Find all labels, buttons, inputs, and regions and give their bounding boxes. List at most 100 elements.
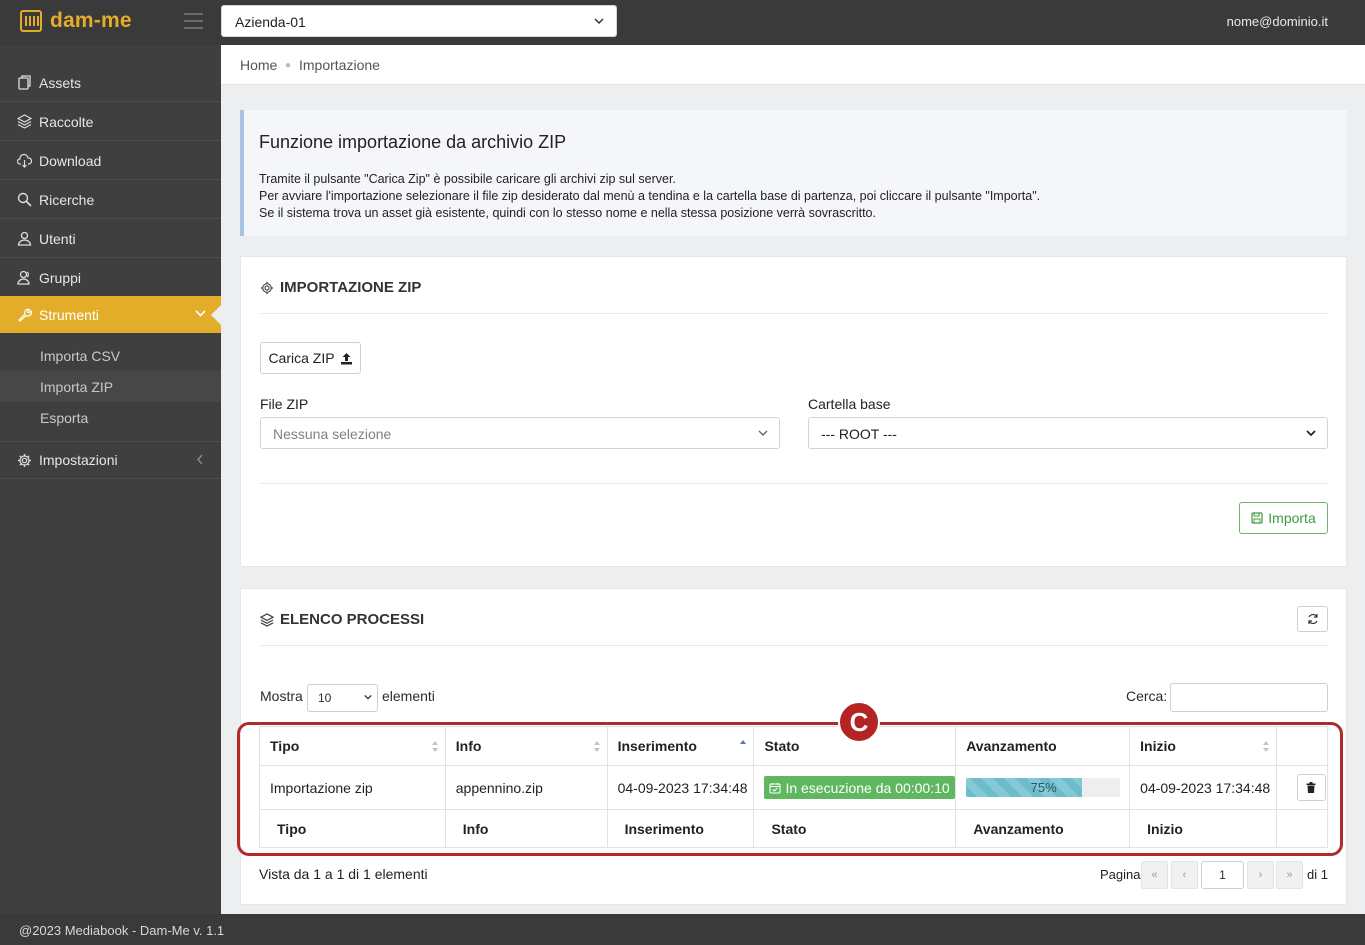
sidebar: Assets Raccolte Download Ricerche Utenti… [0,45,222,914]
sidebar-item-label: Impostazioni [39,452,118,468]
gear-icon [17,453,32,468]
cell-stato: In esecuzione da 00:00:10 [753,765,957,810]
sidebar-item-utenti[interactable]: Utenti [0,220,221,258]
table-summary: Vista da 1 a 1 di 1 elementi [259,866,428,882]
footer-cell: Inizio [1129,809,1277,848]
last-page-button[interactable]: » [1276,861,1303,889]
progress-bar: 75% [966,778,1121,797]
status-badge: In esecuzione da 00:00:10 [764,776,955,799]
sidebar-item-raccolte[interactable]: Raccolte [0,103,221,141]
process-table: Tipo Info Inserimento Stato Avanzamento … [259,726,1329,848]
import-button-label: Importa [1268,510,1316,526]
page-length-value: 10 [318,691,332,705]
column-header-avanzamento[interactable]: Avanzamento [955,726,1131,766]
table-header-row: Tipo Info Inserimento Stato Avanzamento … [259,726,1329,766]
info-line: Se il sistema trova un asset già esisten… [259,206,876,220]
info-title: Funzione importazione da archivio ZIP [259,132,567,152]
sidebar-item-label: Ricerche [39,191,95,208]
group-icon [17,270,32,285]
elements-label: elementi [382,688,435,704]
base-folder-value: --- ROOT --- [821,426,897,442]
chevron-left-icon [197,454,203,465]
import-button[interactable]: Importa [1239,502,1328,534]
breadcrumb-home[interactable]: Home [240,57,277,73]
column-header-inizio[interactable]: Inizio [1129,726,1277,766]
chevron-down-icon [364,694,372,700]
sort-ascending-icon [740,740,747,744]
card-title: IMPORTAZIONE ZIP [260,279,421,296]
next-page-button[interactable]: › [1247,861,1274,889]
search-input[interactable] [1170,683,1328,712]
page-label: Pagina [1100,867,1141,882]
company-select[interactable]: Azienda-01 [221,5,617,37]
sidebar-item-label: Assets [39,74,82,91]
column-header-label: Avanzamento [966,738,1057,754]
column-header-tipo[interactable]: Tipo [259,726,446,766]
cell-actions [1275,765,1329,810]
prev-page-button[interactable]: ‹ [1171,861,1198,889]
table-footer-row: Tipo Info Inserimento Stato Avanzamento … [259,809,1329,848]
search-label: Cerca: [1126,688,1168,704]
sidebar-subitem-label: Esporta [40,409,89,426]
sidebar-item-assets[interactable]: Assets [0,64,221,102]
logo-icon [20,10,42,32]
sidebar-item-label: Utenti [39,230,76,247]
info-line: Tramite il pulsante "Carica Zip" è possi… [259,172,676,186]
sort-icon [1262,741,1269,752]
info-line: Per avviare l'importazione selezionare i… [259,189,1041,203]
footer-text: @2023 Mediabook - Dam-Me v. 1.1 [19,923,225,938]
footer-cell: Info [444,809,608,848]
breadcrumb-current: Importazione [299,57,380,73]
user-email[interactable]: nome@dominio.it [1227,14,1328,29]
column-header-label: Inserimento [617,738,697,754]
sidebar-item-label: Download [39,152,102,169]
chevron-down-icon [758,430,768,436]
sort-icon [431,741,438,752]
page-length-select[interactable]: 10 [307,684,378,712]
sidebar-item-label: Raccolte [39,113,94,130]
sidebar-subitem-importa-zip[interactable]: Importa ZIP [0,371,221,402]
column-header-inserimento[interactable]: Inserimento [606,726,755,766]
column-header-info[interactable]: Info [444,726,608,766]
menu-toggle-icon[interactable] [184,13,203,29]
logo-text: dam-me [50,9,132,32]
layers-icon [260,612,274,627]
layers-icon [17,114,32,129]
file-zip-select[interactable]: Nessuna selezione [260,417,780,449]
sidebar-subitem-importa-csv[interactable]: Importa CSV [0,340,221,371]
cell-info: appennino.zip [444,765,608,810]
sidebar-item-strumenti[interactable]: Strumenti [0,296,222,333]
chevron-down-icon [594,18,604,25]
cell-tipo: Importazione zip [259,765,446,810]
refresh-button[interactable] [1297,606,1328,632]
divider [260,645,1328,646]
sidebar-subitem-esporta[interactable]: Esporta [0,402,221,433]
base-folder-select[interactable]: --- ROOT --- [808,417,1328,449]
top-bar: dam-me Azienda-01 nome@dominio.it [0,0,1365,45]
logo[interactable]: dam-me [20,9,132,33]
file-zip-label: File ZIP [260,396,309,412]
refresh-icon [1307,613,1318,625]
sidebar-item-label: Strumenti [39,306,99,323]
show-label: Mostra [260,688,303,704]
base-folder-label: Cartella base [808,396,891,412]
sidebar-item-gruppi[interactable]: Gruppi [0,259,221,297]
wrench-icon [17,307,32,322]
breadcrumb-separator: ● [285,60,292,71]
first-page-button[interactable]: « [1141,861,1168,889]
sidebar-subitem-label: Importa CSV [40,347,121,364]
divider [260,483,1328,484]
upload-zip-button[interactable]: Carica ZIP [260,342,361,374]
sidebar-item-impostazioni[interactable]: Impostazioni [0,441,221,479]
sidebar-item-download[interactable]: Download [0,142,221,180]
sidebar-subitem-label: Importa ZIP [40,378,114,395]
page-input[interactable]: 1 [1201,861,1244,889]
active-indicator [211,304,222,326]
status-text: In esecuzione da 00:00:10 [785,779,950,796]
cell-avanzamento: 75% [955,765,1131,810]
import-card: IMPORTAZIONE ZIP Carica ZIP File ZIP Nes… [240,256,1347,567]
sidebar-item-ricerche[interactable]: Ricerche [0,181,221,219]
upload-zip-label: Carica ZIP [268,350,335,366]
delete-button[interactable] [1296,774,1326,801]
column-header-actions [1275,726,1329,766]
